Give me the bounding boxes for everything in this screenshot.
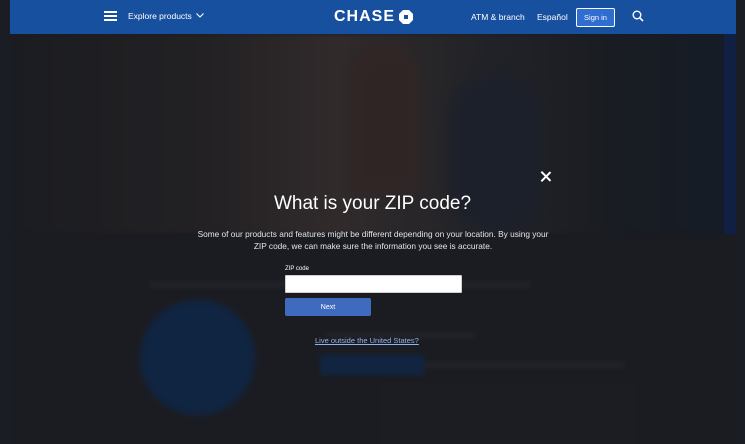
atm-branch-link[interactable]: ATM & branch — [471, 12, 525, 22]
chevron-down-icon — [195, 13, 204, 18]
dialog-description: Some of our products and features might … — [197, 229, 549, 251]
search-icon[interactable] — [632, 10, 644, 22]
explore-products-menu[interactable]: Explore products — [128, 11, 204, 21]
brand-name: CHASE — [334, 8, 396, 25]
dialog-title: What is your ZIP code? — [273, 193, 472, 214]
next-button[interactable]: Next — [285, 298, 371, 316]
close-icon[interactable] — [541, 171, 551, 181]
zip-code-label: ZIP code — [285, 266, 309, 272]
explore-products-label: Explore products — [128, 11, 192, 21]
sign-in-button[interactable]: Sign in — [576, 8, 615, 27]
chase-logo[interactable]: CHASE — [334, 8, 414, 26]
menu-icon[interactable] — [104, 10, 117, 22]
language-link[interactable]: Español — [537, 12, 568, 22]
chase-octagon-icon — [399, 10, 414, 24]
outside-us-link[interactable]: Live outside the United States? — [315, 336, 419, 345]
top-nav-bar: Explore products CHASE ATM & branch Espa… — [10, 0, 736, 34]
zip-code-input[interactable] — [285, 275, 462, 293]
